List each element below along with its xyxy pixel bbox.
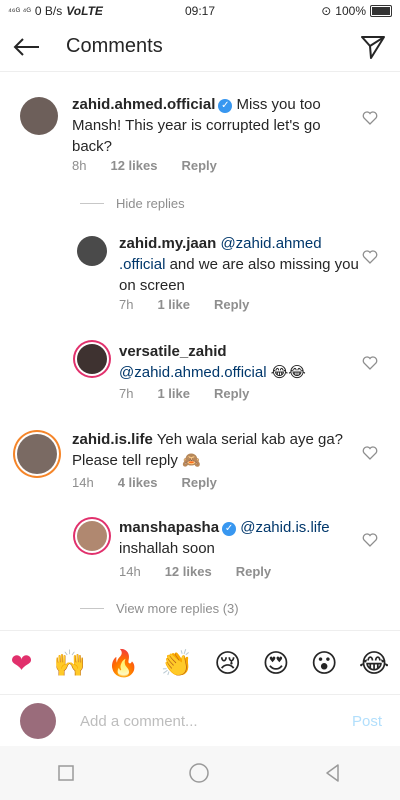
my-avatar bbox=[20, 703, 56, 739]
clap-emoji-button[interactable]: 👏 bbox=[161, 650, 193, 676]
comment-body: zahid.ahmed.official ✓ Miss you too Mansh… bbox=[72, 94, 362, 157]
avatar[interactable] bbox=[77, 521, 107, 551]
comment-body: zahid.is.life Yeh wala serial kab aye ga… bbox=[72, 429, 362, 471]
avatar[interactable] bbox=[77, 236, 107, 266]
username[interactable]: manshapasha bbox=[119, 519, 219, 536]
reply-button[interactable]: Reply bbox=[214, 386, 249, 401]
back-button[interactable] bbox=[2, 23, 50, 71]
comment-meta: 14h 4 likes Reply bbox=[72, 475, 217, 490]
reply-button[interactable]: Reply bbox=[181, 158, 216, 173]
battery-text: 100% bbox=[335, 4, 366, 18]
comment-body: manshapasha ✓ @zahid.is.life inshallah so… bbox=[119, 517, 359, 559]
divider-line bbox=[80, 608, 104, 609]
username[interactable]: zahid.my.jaan bbox=[119, 235, 216, 252]
avatar[interactable] bbox=[17, 434, 57, 474]
heart-emoji-button[interactable]: ❤ bbox=[11, 650, 33, 676]
comment-meta: 7h 1 like Reply bbox=[119, 297, 249, 312]
view-more-label: View more replies (3) bbox=[116, 601, 239, 616]
comment-time: 14h bbox=[72, 475, 94, 490]
avatar[interactable] bbox=[20, 97, 58, 135]
share-button[interactable] bbox=[358, 32, 388, 62]
page-title: Comments bbox=[66, 35, 163, 57]
comment-text: inshallah soon bbox=[119, 540, 215, 557]
heart-icon[interactable] bbox=[362, 110, 378, 126]
likes-count[interactable]: 1 like bbox=[157, 386, 190, 401]
battery-icon bbox=[370, 5, 392, 17]
alarm-icon: ⊙ bbox=[321, 4, 332, 18]
avatar[interactable] bbox=[77, 344, 107, 374]
post-button[interactable]: Post bbox=[352, 713, 382, 730]
comment-input[interactable] bbox=[78, 711, 342, 731]
fire-emoji-button[interactable]: 🔥 bbox=[107, 650, 139, 676]
mention-link[interactable]: @zahid.ahmed.official bbox=[119, 364, 267, 381]
heart-eyes-emoji-button[interactable]: 😍 bbox=[262, 650, 289, 676]
reply-button[interactable]: Reply bbox=[236, 564, 271, 579]
comment-input-bar: Post bbox=[0, 694, 400, 747]
status-left: ⁴⁶ᴳ ⁴ᴳ 0 B/s VoLTE bbox=[8, 4, 103, 18]
laughing-emoji-button[interactable]: 😂 bbox=[359, 650, 389, 676]
comment-emoji: 😂😂 bbox=[270, 364, 306, 381]
volte-label: VoLTE bbox=[66, 4, 103, 18]
verified-badge-icon: ✓ bbox=[218, 99, 233, 113]
comment-time: 7h bbox=[119, 386, 134, 401]
mention-link[interactable]: @zahid.is.life bbox=[240, 519, 329, 536]
net-speed: 0 B/s bbox=[34, 4, 63, 18]
hide-replies-button[interactable]: Hide replies bbox=[80, 196, 185, 211]
signal-text: ⁴⁶ᴳ ⁴ᴳ bbox=[8, 6, 31, 16]
system-nav-bar bbox=[0, 746, 400, 800]
verified-badge-icon: ✓ bbox=[222, 522, 237, 536]
heart-icon[interactable] bbox=[362, 355, 378, 371]
reply-button[interactable]: Reply bbox=[181, 475, 216, 490]
hide-replies-label: Hide replies bbox=[116, 196, 185, 211]
status-bar: ⁴⁶ᴳ ⁴ᴳ 0 B/s VoLTE 09:17 ⊙ 100% bbox=[0, 0, 400, 22]
back-arrow-icon bbox=[13, 37, 39, 56]
view-more-replies-button[interactable]: View more replies (3) bbox=[80, 601, 239, 616]
status-right: ⊙ 100% bbox=[321, 4, 392, 18]
back-nav-icon[interactable] bbox=[323, 763, 343, 783]
reply-button[interactable]: Reply bbox=[214, 297, 249, 312]
comment-meta: 7h 1 like Reply bbox=[119, 386, 249, 401]
comment-meta: 8h 12 likes Reply bbox=[72, 158, 217, 173]
send-icon bbox=[361, 36, 385, 59]
comment-time: 8h bbox=[72, 158, 87, 173]
comment-body: zahid.my.jaan @zahid.ahmed .official and… bbox=[119, 233, 359, 296]
likes-count[interactable]: 4 likes bbox=[118, 475, 158, 490]
heart-icon[interactable] bbox=[362, 445, 378, 461]
username[interactable]: zahid.ahmed.official bbox=[72, 96, 215, 113]
recents-icon[interactable] bbox=[57, 764, 75, 782]
heart-icon[interactable] bbox=[362, 532, 378, 548]
top-bar: Comments bbox=[0, 22, 400, 72]
surprised-emoji-button[interactable]: 😮 bbox=[311, 650, 338, 676]
comment-time: 7h bbox=[119, 297, 134, 312]
crying-emoji-button[interactable]: 😢 bbox=[214, 650, 241, 676]
username[interactable]: versatile_zahid bbox=[119, 343, 227, 360]
home-icon[interactable] bbox=[188, 762, 210, 784]
raised-hands-emoji-button[interactable]: 🙌 bbox=[54, 650, 86, 676]
username[interactable]: zahid.is.life bbox=[72, 431, 153, 448]
comment-time: 14h bbox=[119, 564, 141, 579]
likes-count[interactable]: 12 likes bbox=[165, 564, 212, 579]
divider-line bbox=[80, 203, 104, 204]
heart-icon[interactable] bbox=[362, 249, 378, 265]
likes-count[interactable]: 1 like bbox=[157, 297, 190, 312]
likes-count[interactable]: 12 likes bbox=[110, 158, 157, 173]
comment-body: versatile_zahid @zahid.ahmed.official 😂😂 bbox=[119, 341, 359, 383]
emoji-bar: ❤ 🙌 🔥 👏 😢 😍 😮 😂 bbox=[0, 630, 400, 695]
comment-meta: 14h 12 likes Reply bbox=[119, 564, 271, 579]
